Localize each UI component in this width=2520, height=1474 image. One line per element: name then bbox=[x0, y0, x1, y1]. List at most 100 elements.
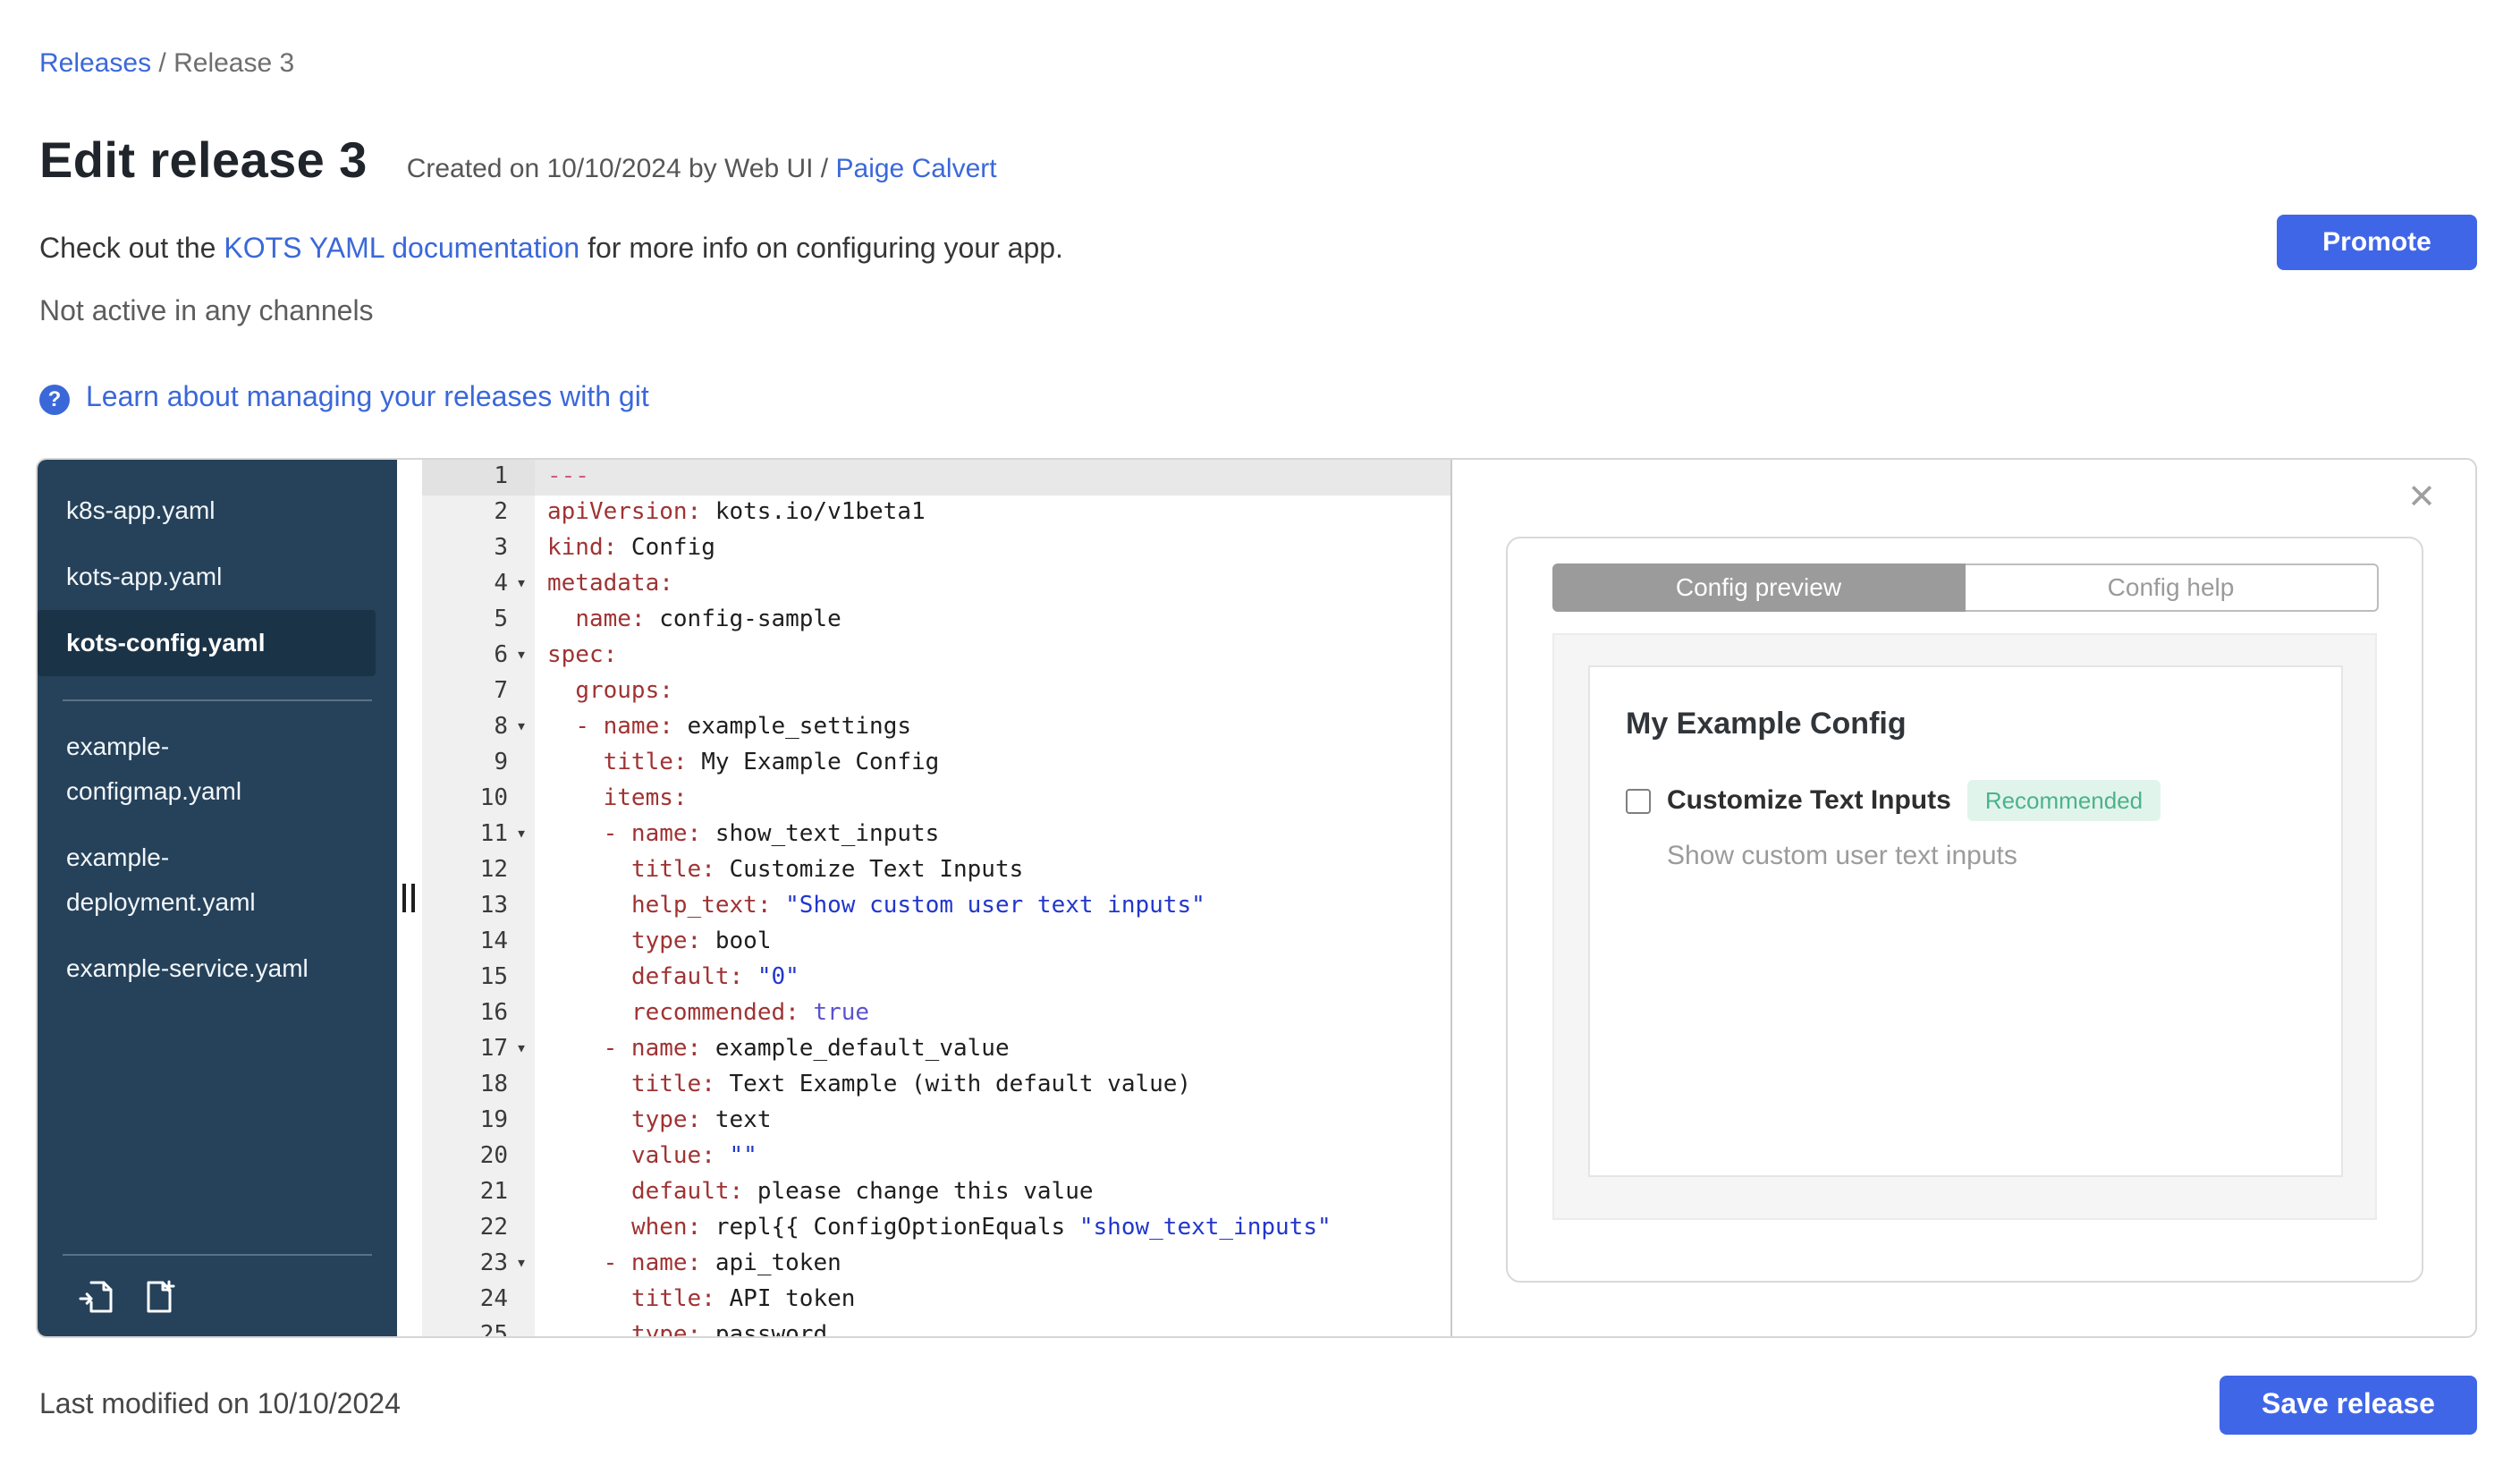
code-line[interactable]: 24 title: API token bbox=[422, 1283, 1450, 1318]
git-help-row: ? Learn about managing your releases wit… bbox=[39, 383, 649, 415]
fold-icon[interactable]: ▾ bbox=[508, 1247, 535, 1283]
code-line[interactable]: 17 ▾ - name: example_default_value bbox=[422, 1032, 1450, 1068]
sidebar-file-example-deployment.yaml[interactable]: example-deployment.yaml bbox=[38, 825, 397, 936]
sidebar-file-kots-app.yaml[interactable]: kots-app.yaml bbox=[38, 544, 397, 610]
code-line[interactable]: 20 value: "" bbox=[422, 1139, 1450, 1175]
sidebar-file-k8s-app.yaml[interactable]: k8s-app.yaml bbox=[38, 478, 397, 544]
code-line[interactable]: 10 items: bbox=[422, 782, 1450, 817]
line-number: 7 bbox=[494, 678, 508, 705]
save-release-button[interactable]: Save release bbox=[2220, 1376, 2477, 1435]
line-gutter[interactable]: 24 bbox=[422, 1283, 535, 1318]
code-line[interactable]: 9 title: My Example Config bbox=[422, 746, 1450, 782]
line-gutter[interactable]: 19 bbox=[422, 1104, 535, 1139]
line-gutter[interactable]: 22 bbox=[422, 1211, 535, 1247]
line-gutter[interactable]: 14 bbox=[422, 925, 535, 961]
preview-canvas: My Example Config Customize Text Inputs … bbox=[1552, 633, 2377, 1220]
fold-icon[interactable]: ▾ bbox=[508, 817, 535, 853]
line-gutter[interactable]: 18 bbox=[422, 1068, 535, 1104]
line-gutter[interactable]: 6 ▾ bbox=[422, 639, 535, 674]
line-gutter[interactable]: 15 bbox=[422, 961, 535, 996]
code-line[interactable]: 25 type: password bbox=[422, 1318, 1450, 1336]
code-line[interactable]: 22 when: repl{{ ConfigOptionEquals "show… bbox=[422, 1211, 1450, 1247]
config-item-label: Customize Text Inputs bbox=[1667, 785, 1951, 816]
help-icon[interactable]: ? bbox=[39, 384, 70, 414]
fold-icon[interactable]: ▾ bbox=[508, 639, 535, 674]
close-icon[interactable]: ✕ bbox=[2407, 481, 2436, 515]
code-line[interactable]: 7 groups: bbox=[422, 674, 1450, 710]
code-line[interactable]: 14 type: bool bbox=[422, 925, 1450, 961]
code-text: title: My Example Config bbox=[603, 750, 940, 776]
line-gutter[interactable]: 25 bbox=[422, 1318, 535, 1336]
code-line[interactable]: 15 default: "0" bbox=[422, 961, 1450, 996]
line-gutter[interactable]: 21 bbox=[422, 1175, 535, 1211]
page: Releases / Release 3 Edit release 3 Crea… bbox=[0, 0, 2520, 1474]
sidebar-file-kots-config.yaml[interactable]: kots-config.yaml bbox=[38, 610, 376, 676]
code-line[interactable]: 12 title: Customize Text Inputs bbox=[422, 853, 1450, 889]
created-user-link[interactable]: Paige Calvert bbox=[836, 154, 997, 184]
tab-config-preview[interactable]: Config preview bbox=[1552, 563, 1966, 612]
code-line[interactable]: 19 type: text bbox=[422, 1104, 1450, 1139]
line-gutter[interactable]: 12 bbox=[422, 853, 535, 889]
promote-button[interactable]: Promote bbox=[2277, 215, 2477, 270]
resize-handle-left[interactable] bbox=[402, 884, 415, 912]
git-releases-link[interactable]: Learn about managing your releases with … bbox=[86, 383, 649, 415]
code-line[interactable]: 16 recommended: true bbox=[422, 996, 1450, 1032]
line-gutter[interactable]: 13 bbox=[422, 889, 535, 925]
code-text: apiVersion: kots.io/v1beta1 bbox=[547, 499, 926, 526]
line-number: 6 bbox=[494, 642, 508, 669]
code-line[interactable]: 8 ▾ - name: example_settings bbox=[422, 710, 1450, 746]
line-gutter[interactable]: 4 ▾ bbox=[422, 567, 535, 603]
sidebar-file-example-service.yaml[interactable]: example-service.yaml bbox=[38, 936, 397, 1002]
line-gutter[interactable]: 8 ▾ bbox=[422, 710, 535, 746]
line-gutter[interactable]: 20 bbox=[422, 1139, 535, 1175]
line-gutter[interactable]: 3 bbox=[422, 531, 535, 567]
channel-status: Not active in any channels bbox=[39, 297, 374, 327]
code-text: default: "0" bbox=[630, 964, 799, 991]
line-gutter[interactable]: 2 bbox=[422, 496, 535, 531]
code-text: - name: api_token bbox=[603, 1250, 841, 1277]
kots-yaml-docs-link[interactable]: KOTS YAML documentation bbox=[224, 234, 579, 265]
code-line[interactable]: 4 ▾ metadata: bbox=[422, 567, 1450, 603]
line-gutter[interactable]: 17 ▾ bbox=[422, 1032, 535, 1068]
fold-icon[interactable]: ▾ bbox=[508, 710, 535, 746]
code-line[interactable]: 23 ▾ - name: api_token bbox=[422, 1247, 1450, 1283]
code-line[interactable]: 5 name: config-sample bbox=[422, 603, 1450, 639]
line-gutter[interactable]: 23 ▾ bbox=[422, 1247, 535, 1283]
line-gutter[interactable]: 5 bbox=[422, 603, 535, 639]
fold-icon[interactable]: ▾ bbox=[508, 1032, 535, 1068]
code-line[interactable]: 1 --- bbox=[422, 460, 1450, 496]
line-gutter[interactable]: 11 ▾ bbox=[422, 817, 535, 853]
sidebar-file-example-configmap.yaml[interactable]: example-configmap.yaml bbox=[38, 714, 397, 825]
customize-text-inputs-checkbox[interactable] bbox=[1626, 788, 1651, 813]
code-text: recommended: true bbox=[630, 1000, 870, 1027]
line-gutter[interactable]: 1 bbox=[422, 460, 535, 496]
line-gutter[interactable]: 16 bbox=[422, 996, 535, 1032]
line-gutter[interactable]: 7 bbox=[422, 674, 535, 710]
last-modified-text: Last modified on 10/10/2024 bbox=[39, 1390, 401, 1420]
upload-file-icon[interactable] bbox=[77, 1277, 114, 1315]
breadcrumb-releases-link[interactable]: Releases bbox=[39, 48, 151, 79]
code-text: type: text bbox=[630, 1107, 772, 1134]
fold-icon[interactable]: ▾ bbox=[508, 567, 535, 603]
line-gutter[interactable]: 9 bbox=[422, 746, 535, 782]
line-gutter[interactable]: 10 bbox=[422, 782, 535, 817]
code-line[interactable]: 11 ▾ - name: show_text_inputs bbox=[422, 817, 1450, 853]
code-line[interactable]: 2 apiVersion: kots.io/v1beta1 bbox=[422, 496, 1450, 531]
code-line[interactable]: 18 title: Text Example (with default val… bbox=[422, 1068, 1450, 1104]
add-file-icon[interactable] bbox=[141, 1277, 179, 1315]
code-line[interactable]: 6 ▾ spec: bbox=[422, 639, 1450, 674]
line-number: 21 bbox=[479, 1179, 508, 1206]
code-line[interactable]: 3 kind: Config bbox=[422, 531, 1450, 567]
created-prefix: Created on 10/10/2024 by Web UI / bbox=[406, 154, 836, 184]
code-line[interactable]: 21 default: please change this value bbox=[422, 1175, 1450, 1211]
yaml-editor[interactable]: 1 --- 2 apiVersion: kots.io/v1beta1 3 kind: C… bbox=[422, 460, 1450, 1336]
tab-config-help[interactable]: Config help bbox=[1966, 563, 2378, 612]
line-number: 2 bbox=[494, 499, 508, 526]
created-text: Created on 10/10/2024 by Web UI / Paige … bbox=[407, 154, 997, 184]
code-line[interactable]: 13 help_text: "Show custom user text inp… bbox=[422, 889, 1450, 925]
